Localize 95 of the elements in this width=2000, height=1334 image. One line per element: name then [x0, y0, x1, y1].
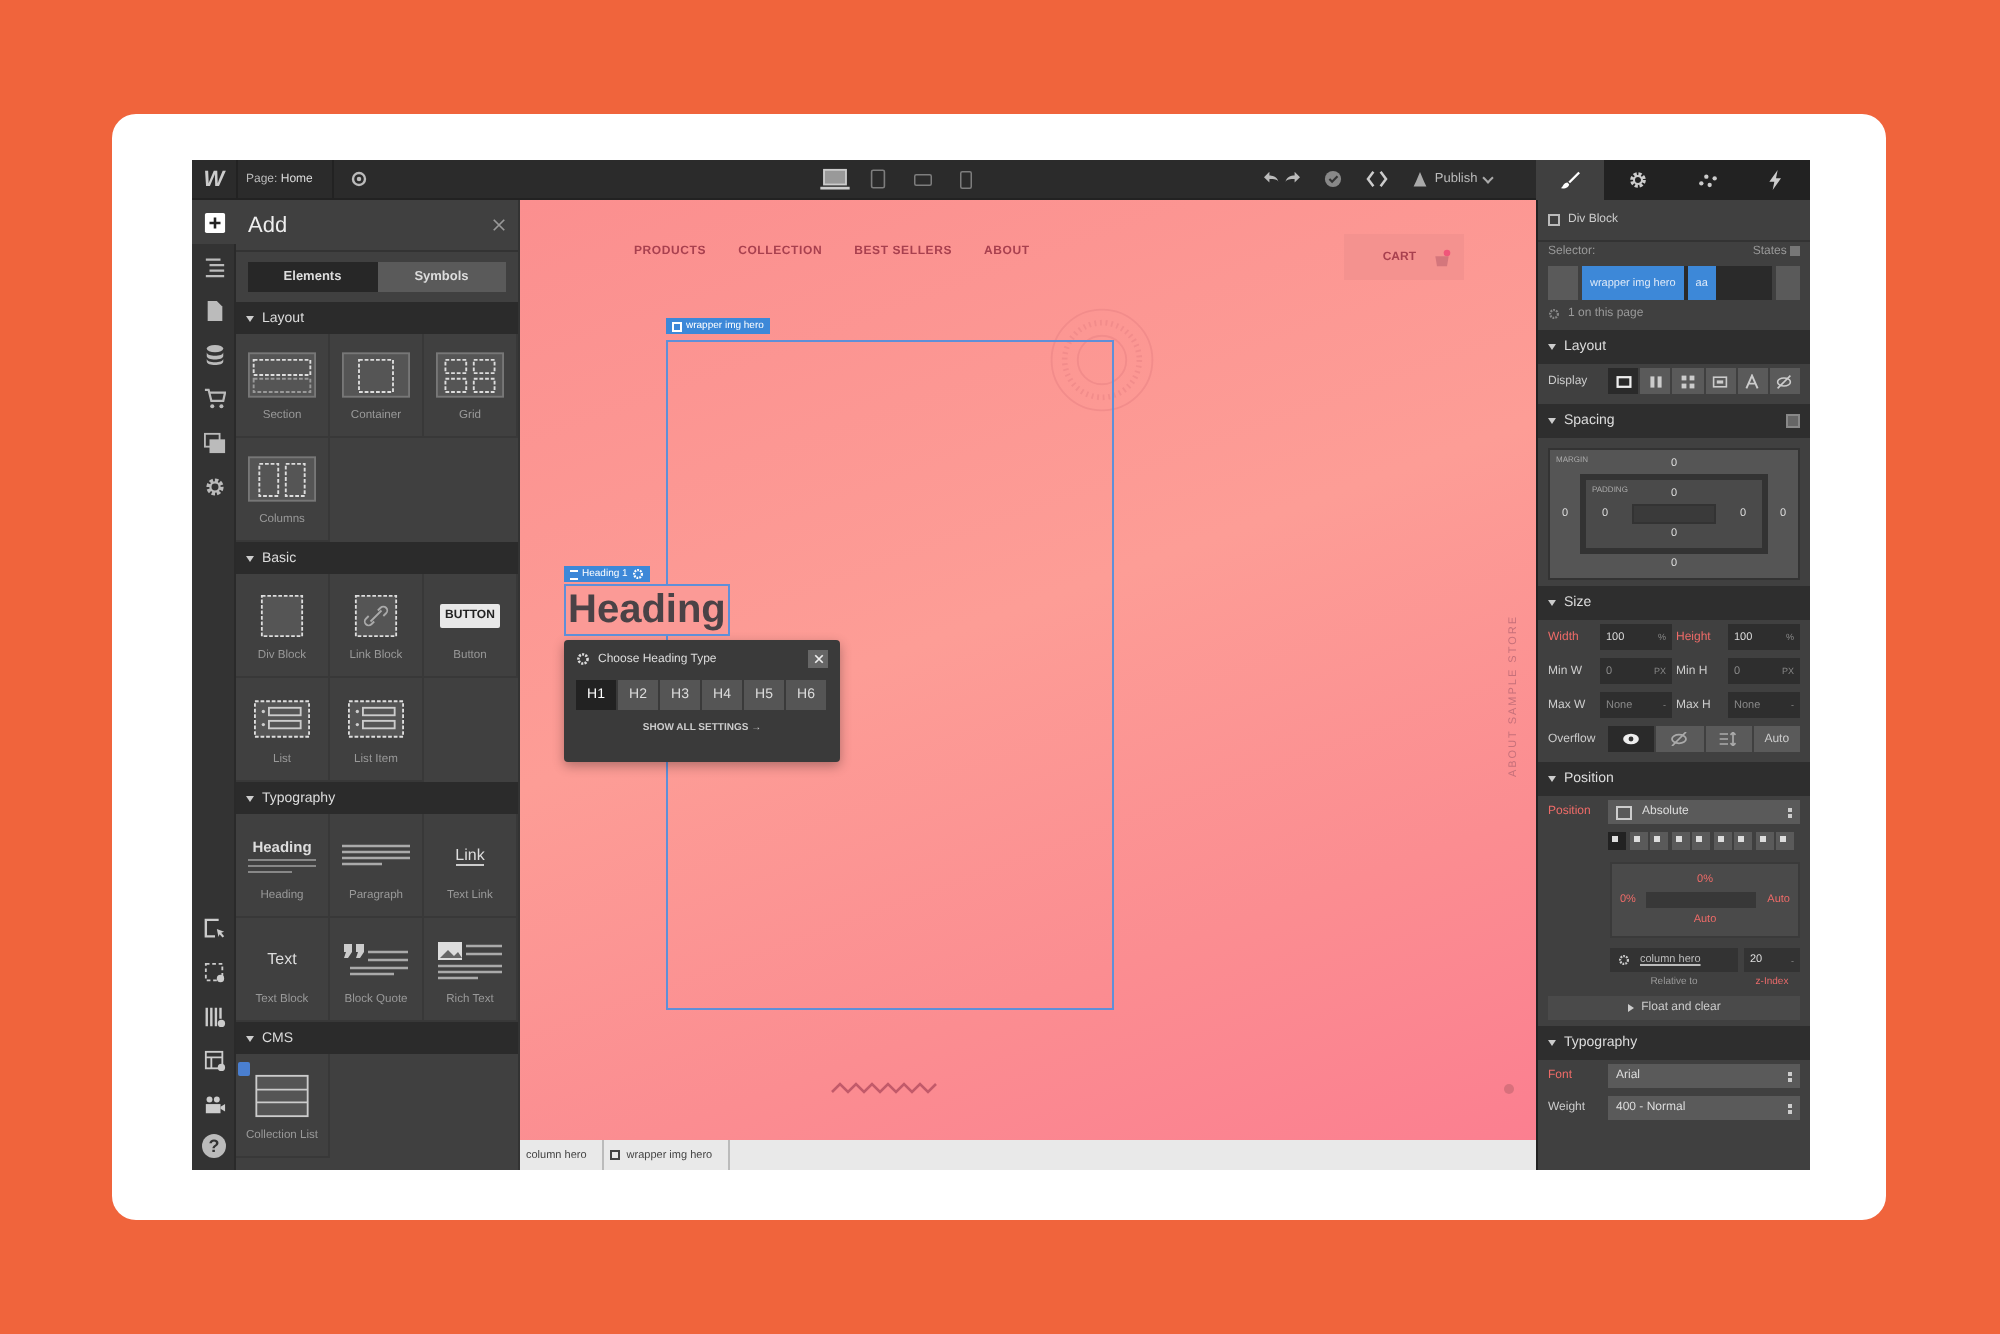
text-preview: Text — [267, 950, 297, 968]
display-option[interactable] — [1608, 368, 1639, 395]
hidden-eye-icon — [1670, 732, 1689, 747]
cursor-box-icon — [203, 917, 225, 939]
caret-icon — [1548, 1040, 1556, 1047]
bag-icon — [1432, 247, 1452, 267]
grid-icon — [436, 352, 504, 398]
display-option[interactable] — [1769, 368, 1801, 395]
images-icon — [203, 431, 225, 453]
caret-icon — [246, 555, 254, 561]
caret-icon — [246, 1035, 254, 1041]
caret-icon — [1627, 1004, 1634, 1013]
window-icon — [203, 1049, 225, 1071]
overflow-option[interactable] — [1608, 726, 1655, 753]
gear-icon — [203, 475, 225, 497]
caret-icon — [246, 795, 254, 801]
badge-icon — [238, 1061, 250, 1075]
text-lines-icon — [248, 857, 316, 873]
display-icon — [1744, 373, 1761, 390]
close-icon[interactable] — [808, 650, 828, 668]
hidden-eye-icon — [1776, 373, 1793, 390]
help-button[interactable]: ? — [202, 1134, 226, 1158]
caret-icon — [1548, 418, 1556, 425]
dots-icon — [1697, 170, 1718, 190]
caret-icon — [1548, 776, 1556, 783]
square-icon — [672, 321, 682, 331]
page-icon — [203, 299, 225, 321]
quote-icon — [342, 941, 410, 977]
position-preset[interactable] — [1671, 832, 1689, 851]
list-icon — [348, 700, 404, 738]
gear-icon — [1548, 308, 1560, 321]
box-icon — [1786, 414, 1800, 429]
position-preset[interactable] — [1713, 832, 1731, 851]
columns-icon — [248, 456, 316, 502]
list-icon — [203, 255, 225, 277]
phone-icon — [960, 169, 973, 189]
gear-icon — [1628, 170, 1649, 190]
display-icon — [1679, 373, 1696, 390]
position-preset[interactable] — [1755, 832, 1773, 851]
link-square-icon — [354, 593, 398, 637]
position-preset[interactable] — [1608, 832, 1626, 851]
check-circle-icon[interactable] — [1324, 170, 1343, 188]
collection-list-icon — [254, 1073, 310, 1117]
stamp-drawing — [1046, 304, 1158, 416]
position-preset[interactable] — [1692, 832, 1710, 851]
section-icon — [248, 352, 316, 398]
display-option[interactable] — [1705, 368, 1736, 395]
position-preset[interactable] — [1734, 832, 1752, 851]
position-icon — [1616, 805, 1632, 820]
dashed-square-icon — [260, 593, 304, 637]
caret-icon — [1548, 344, 1556, 351]
people-icon — [203, 1093, 225, 1115]
display-option[interactable] — [1737, 368, 1768, 395]
wave-drawing — [830, 1080, 942, 1096]
gear-icon — [576, 652, 590, 666]
position-preset[interactable] — [1629, 832, 1647, 851]
link-preview: Link — [455, 845, 485, 865]
gear-icon — [631, 568, 644, 580]
scroll-icon — [1718, 732, 1739, 747]
code-icon[interactable] — [1366, 170, 1389, 188]
tablet-icon — [870, 168, 887, 190]
checkbox[interactable] — [1548, 214, 1560, 226]
eye-icon[interactable] — [350, 170, 369, 188]
rocket-icon — [1412, 171, 1429, 187]
logo: W — [201, 167, 228, 191]
position-preset[interactable] — [1776, 832, 1794, 851]
lightning-icon — [1765, 170, 1786, 190]
heading-text[interactable]: Heading — [564, 584, 730, 636]
undo-redo-icon[interactable] — [1264, 170, 1301, 188]
caret-icon — [1548, 600, 1556, 607]
caret-icon — [246, 315, 254, 321]
list-icon — [254, 700, 310, 738]
phone-landscape-icon — [913, 173, 932, 185]
position-preset[interactable] — [1650, 832, 1668, 851]
cart-icon — [203, 387, 225, 409]
image-text-icon — [436, 939, 504, 979]
panel-title: Add — [248, 213, 288, 237]
plus-icon — [203, 211, 225, 233]
display-option[interactable] — [1640, 368, 1671, 395]
dashed-box-icon — [203, 961, 225, 983]
brush-icon — [1560, 170, 1581, 190]
container-icon — [342, 352, 410, 398]
database-icon — [203, 343, 225, 365]
display-icon — [1712, 373, 1729, 390]
dot-icon — [1504, 1084, 1514, 1094]
display-icon — [1615, 373, 1632, 390]
display-icon — [1647, 373, 1664, 390]
bars-icon — [203, 1005, 225, 1027]
gear-icon — [1618, 954, 1630, 967]
paragraph-lines-icon — [342, 843, 410, 867]
rail-button[interactable] — [192, 200, 236, 244]
close-icon[interactable] — [492, 218, 506, 232]
square-icon — [610, 1150, 621, 1160]
display-option[interactable] — [1672, 368, 1704, 395]
eye-icon — [1622, 732, 1641, 747]
